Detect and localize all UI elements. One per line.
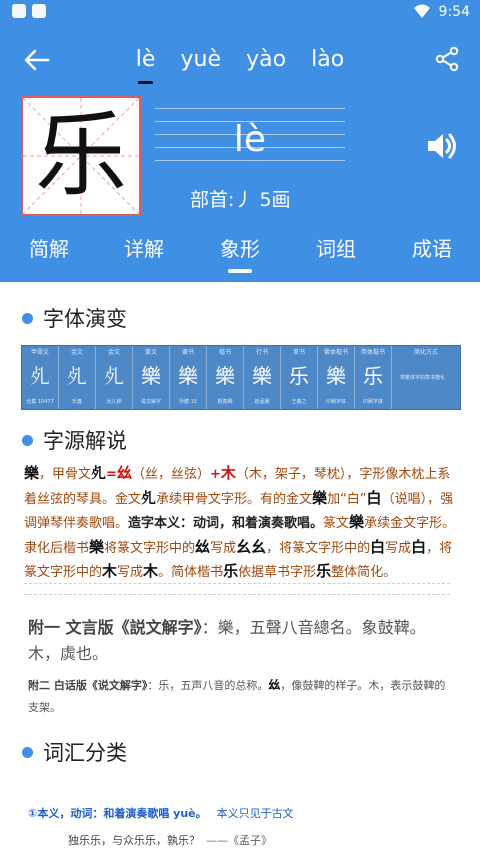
- evolution-glyph: 𣦷: [67, 364, 87, 388]
- main-character: 乐: [34, 102, 127, 209]
- header: 9:54 lè yuè yào lào 乐 lè 部首:丿 5画 简解 详解 象…: [0, 0, 480, 282]
- evolution-cell: 甲骨文 𣦷 合集 10477: [22, 346, 59, 409]
- evolution-glyph: 樂: [178, 364, 198, 388]
- tab-detail[interactable]: 详解: [96, 234, 192, 264]
- evolution-source: 合集 10477: [26, 399, 54, 405]
- evolution-source: 颜真卿: [217, 399, 233, 405]
- pinyin-tab-lao[interactable]: lào: [311, 44, 344, 76]
- evolution-cell: 隶书樂孙膑 15: [170, 346, 207, 409]
- divider: [24, 583, 450, 584]
- evolution-source: 孙膑 15: [179, 399, 197, 405]
- evolution-glyph: 樂: [141, 364, 161, 388]
- evolution-source: 说文解字: [140, 399, 161, 405]
- pinyin-tabs: lè yuè yào lào: [0, 44, 480, 84]
- evolution-script-label: 楷书: [218, 349, 231, 356]
- evolution-source: 乐簋: [71, 399, 82, 405]
- tab-phrases[interactable]: 词组: [288, 234, 384, 264]
- evolution-table: 甲骨文 𣦷 合集 10477 金文 𣦷 乐簋 金文 𣦷 沇儿钟 篆文樂说文解字 隶书樂孙膑 15 楷书…: [21, 345, 461, 410]
- evolution-glyph: 樂: [215, 364, 235, 388]
- active-tab-indicator: [228, 269, 252, 273]
- pinyin-tab-le[interactable]: lè: [136, 44, 155, 84]
- evolution-script-label: 篆文: [144, 349, 157, 356]
- pinyin-tab-yao[interactable]: yào: [246, 44, 286, 76]
- evolution-cell: 楷书樂颜真卿: [207, 346, 244, 409]
- section-title-evolution: 字体演变: [22, 304, 127, 334]
- evolution-cell: 草书乐王羲之: [281, 346, 318, 409]
- evolution-script-label: 行书: [255, 349, 268, 356]
- vocab-definition[interactable]: ①本义，动词：和着演奏歌唱 yuè。 本义只见于古文: [28, 805, 294, 823]
- pinyin-tab-yue[interactable]: yuè: [181, 44, 222, 76]
- evolution-script-label: 金文: [70, 349, 83, 356]
- evolution-script-label: 金文: [107, 349, 120, 356]
- evolution-source: 印刷字体: [325, 399, 346, 405]
- top-bar: lè yuè yào lào: [0, 36, 480, 84]
- tab-brief[interactable]: 简解: [1, 234, 97, 264]
- radical-stroke-info: 部首:丿 5画: [190, 189, 291, 211]
- evolution-glyph: 樂: [252, 364, 272, 388]
- evolution-script-label: 繁体楷书: [323, 349, 348, 356]
- evolution-cell: 繁体楷书樂印刷字体: [318, 346, 355, 409]
- evolution-glyph: 乐: [363, 364, 383, 388]
- evolution-glyph: 𣦷: [104, 364, 124, 388]
- section-title-etymology: 字源解说: [22, 426, 127, 456]
- evolution-cell: 行书樂赵孟頫: [244, 346, 281, 409]
- bullet-dot: [22, 747, 33, 758]
- evolution-cell: 金文 𣦷 沇儿钟: [96, 346, 133, 409]
- etymology-text: 樂，甲骨文𣦷=𢆶（丝，丝弦）+木（木，架子，琴枕），字形像木枕上系着丝弦的琴具。…: [24, 464, 456, 580]
- evolution-cell: 篆文樂说文解字: [133, 346, 170, 409]
- evolution-source: 印刷字体: [362, 399, 383, 405]
- bullet-dot: [22, 313, 33, 324]
- evolution-glyph: 樂: [326, 364, 346, 388]
- evolution-script-label: 草书: [292, 349, 305, 356]
- evolution-note: 将繁体字的草书楷化: [400, 375, 446, 381]
- app-notification-icon: [32, 4, 46, 18]
- evolution-source: 赵孟頫: [254, 399, 270, 405]
- evolution-cell: 简体楷书乐印刷字体: [355, 346, 392, 409]
- tab-pictograph[interactable]: 象形: [192, 234, 288, 264]
- pinyin-reading: lè: [233, 119, 267, 160]
- appendix-classical: 附一 文言版《説文解字》：樂，五聲八音總名。象鼓鞞。木，虡也。: [28, 618, 426, 663]
- evolution-cell: 金文 𣦷 乐簋: [59, 346, 96, 409]
- evolution-source: 王羲之: [291, 399, 307, 405]
- evolution-script-label: 隶书: [181, 349, 194, 356]
- status-time: 9:54: [438, 4, 470, 20]
- speaker-icon[interactable]: [424, 128, 460, 164]
- section-tabs: 简解 详解 象形 词组 成语: [0, 228, 480, 282]
- wifi-icon: [414, 4, 430, 18]
- vocab-example: 独乐乐，与众乐乐，孰乐？ ——《孟子》: [68, 834, 272, 847]
- notification-icon: [12, 4, 26, 18]
- appendix-vernacular: 附二 白话版《说文解字》：乐，五声八音的总称。𢆶，像鼓鞞的样子。木，表示鼓鞞的支…: [28, 678, 446, 714]
- share-icon[interactable]: [434, 46, 460, 72]
- divider: [24, 594, 450, 595]
- character-box: 乐: [21, 96, 141, 216]
- evolution-script-label: 甲骨文: [30, 349, 49, 356]
- bullet-dot: [22, 435, 33, 446]
- evolution-glyph: 𣦷: [30, 364, 50, 388]
- section-title-vocab: 词汇分类: [22, 738, 127, 768]
- evolution-glyph: 乐: [289, 364, 309, 388]
- evolution-source: 沇儿钟: [106, 399, 122, 405]
- tab-idioms[interactable]: 成语: [384, 234, 480, 264]
- status-bar: 9:54: [0, 0, 480, 24]
- evolution-script-label: 简体楷书: [360, 349, 385, 356]
